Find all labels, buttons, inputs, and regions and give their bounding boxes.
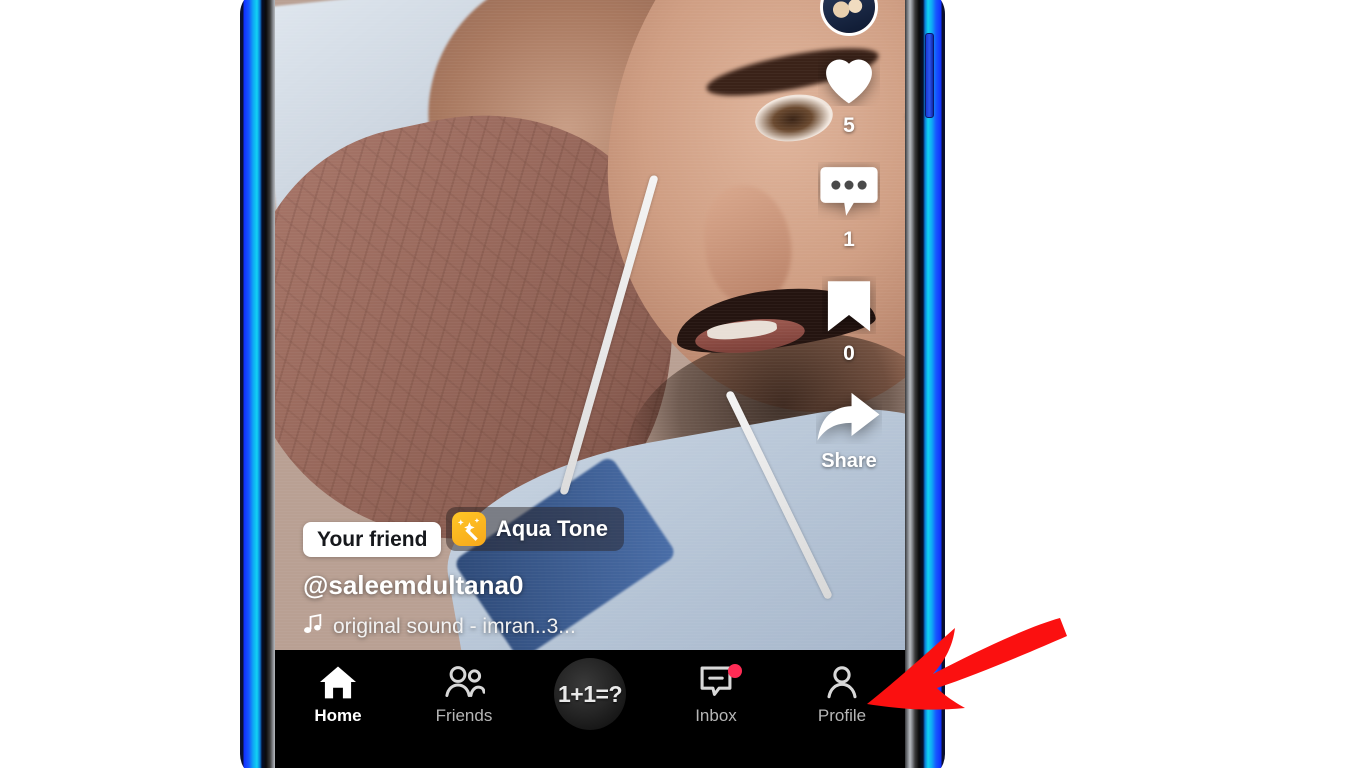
nav-item-home[interactable]: Home [275,664,401,724]
music-note-icon [303,613,323,640]
sound-title: original sound - imran..3... [333,614,576,638]
phone-screen: 5 1 0 Share Your friend Aqua Tone @salee… [275,0,905,768]
bookmark-icon [822,276,876,339]
profile-icon [824,664,860,700]
heart-icon [818,50,880,111]
nav-item-create[interactable]: 1+1=? [527,658,653,730]
video-info-overlay: Your friend Aqua Tone @saleemdultana0 or… [303,495,723,640]
create-icon: 1+1=? [554,658,626,730]
nav-label-inbox: Inbox [695,706,737,725]
nav-label-friends: Friends [435,706,493,725]
like-button[interactable]: 5 [818,50,880,136]
nav-item-inbox[interactable]: Inbox [653,664,779,724]
comment-button[interactable]: 1 [818,162,880,250]
like-count: 5 [843,114,855,137]
effect-chip[interactable]: Aqua Tone [445,506,624,551]
friend-badge: Your friend [303,521,442,557]
phone-device: 5 1 0 Share Your friend Aqua Tone @salee… [240,0,945,768]
bookmark-count: 0 [843,342,855,365]
nav-item-friends[interactable]: Friends [401,664,527,724]
action-rail: 5 1 0 Share [811,0,887,497]
effect-name: Aqua Tone [495,515,608,541]
comment-count: 1 [843,228,855,251]
comment-icon [818,162,880,225]
share-label: Share [821,450,877,472]
home-icon [318,664,358,700]
nav-label-profile: Profile [817,706,867,725]
share-arrow-icon [816,390,882,449]
share-button[interactable]: Share [816,390,882,471]
creator-handle[interactable]: @saleemdultana0 [303,570,723,601]
power-button[interactable] [925,33,934,118]
sound-row[interactable]: original sound - imran..3... [303,613,723,640]
magic-wand-icon [451,511,486,546]
avatar-image [823,0,875,33]
friends-icon [443,664,485,700]
creator-avatar[interactable] [820,0,878,36]
bottom-navigation: Home Friends 1+1=? Inbox Profile [275,650,905,768]
inbox-badge-dot [728,664,742,678]
nav-item-profile[interactable]: Profile [779,664,905,724]
screenshot-canvas: 5 1 0 Share Your friend Aqua Tone @salee… [0,0,1366,768]
nav-label-home: Home [314,706,362,725]
bookmark-button[interactable]: 0 [822,276,876,364]
